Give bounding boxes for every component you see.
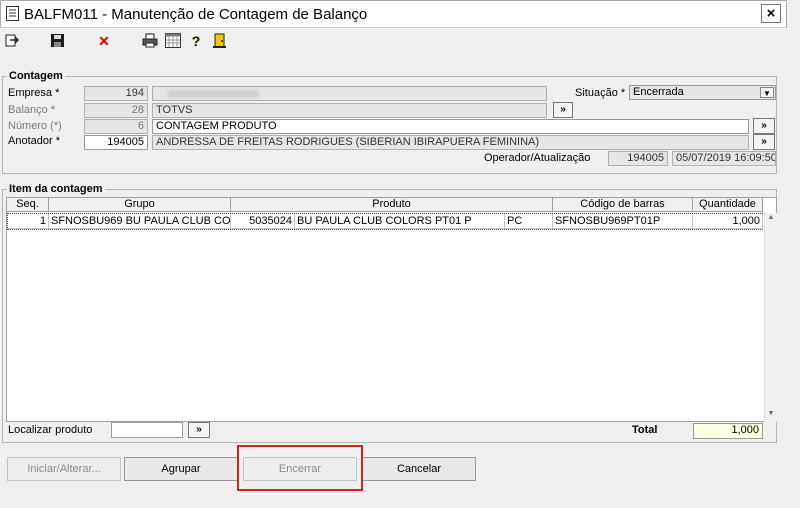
itens-title: Item da contagem [7,183,105,195]
exit-icon[interactable] [5,34,19,48]
scroll-up-icon[interactable]: ▲ [766,214,776,225]
numero-label: Número (*) [8,120,62,132]
anotador-name-field: ANDRESSA DE FREITAS RODRIGUES (SIBERIAN … [152,135,749,150]
cell-quantidade: 1,000 [693,214,763,229]
anotador-lookup-button[interactable]: » [753,134,775,150]
column-header-codigo-barras[interactable]: Código de barras [553,198,693,212]
numero-lookup-button[interactable]: » [753,118,775,134]
balanco-code-field: 28 [84,103,148,118]
anotador-label: Anotador * [8,135,60,147]
anotador-code-field[interactable]: 194005 [84,135,148,150]
operador-datetime-field: 05/07/2019 16:09:50 [672,151,776,166]
operador-label: Operador/Atualização [484,152,591,164]
scroll-down-icon[interactable]: ▼ [766,410,776,421]
cell-produto-name: BU PAULA CLUB COLORS PT01 P [295,214,505,229]
column-header-grupo[interactable]: Grupo [49,198,231,212]
column-header-seq[interactable]: Seq. [7,198,49,212]
window-title: BALFM011 - Manutenção de Contagem de Bal… [24,6,368,23]
encerrar-highlight-box [237,445,363,491]
redacted-company-name [168,90,258,98]
delete-icon[interactable]: ✕ [96,33,112,49]
situacao-label: Situação * [575,87,626,99]
balanco-lookup-button[interactable]: » [553,102,573,118]
cell-codigo-barras: SFNOSBU969PT01P [553,214,693,229]
iniciar-alterar-button[interactable]: Iniciar/Alterar... [7,457,121,481]
cell-produto-code: 5035024 [231,214,295,229]
chevron-down-icon: ▼ [760,87,774,98]
localizar-input[interactable] [111,422,183,438]
cell-unidade: PC [505,214,553,229]
toolbar [0,28,800,54]
total-field: 1,000 [693,423,763,439]
agrupar-button[interactable]: Agrupar [124,457,238,481]
situacao-select[interactable]: Encerrada ▼ [629,85,776,100]
save-icon[interactable] [50,33,65,48]
column-header-produto[interactable]: Produto [231,198,553,212]
numero-desc-field[interactable]: CONTAGEM PRODUTO [152,119,749,134]
contagem-title: Contagem [7,70,65,82]
print-icon[interactable] [142,33,158,48]
help-icon[interactable]: ? [188,33,204,49]
close-button[interactable]: × [761,4,781,23]
operador-code-field: 194005 [608,151,668,166]
localizar-button[interactable]: » [188,422,210,438]
column-header-quantidade[interactable]: Quantidade [693,198,763,212]
empresa-label: Empresa * [8,87,60,99]
balanco-name-field: TOTVS [152,103,547,118]
calendar-icon[interactable] [165,33,181,48]
empresa-name-field [152,86,547,101]
cancelar-button[interactable]: Cancelar [362,457,476,481]
numero-code-field: 6 [84,119,148,134]
app-document-icon [6,6,19,21]
cell-grupo: SFNOSBU969 BU PAULA CLUB COLORS [49,214,231,229]
grid-scrollbar[interactable]: ▲ ▼ [764,213,777,422]
empresa-code-field: 194 [84,86,148,101]
door-icon[interactable] [212,33,227,49]
total-label: Total [632,424,658,436]
cell-seq: 1 [7,214,49,229]
localizar-label: Localizar produto [8,424,93,436]
situacao-value: Encerrada [633,86,684,98]
balanco-label: Balanço * [8,104,56,116]
itens-grid: Seq. Grupo Produto Código de barras Quan… [6,197,777,422]
